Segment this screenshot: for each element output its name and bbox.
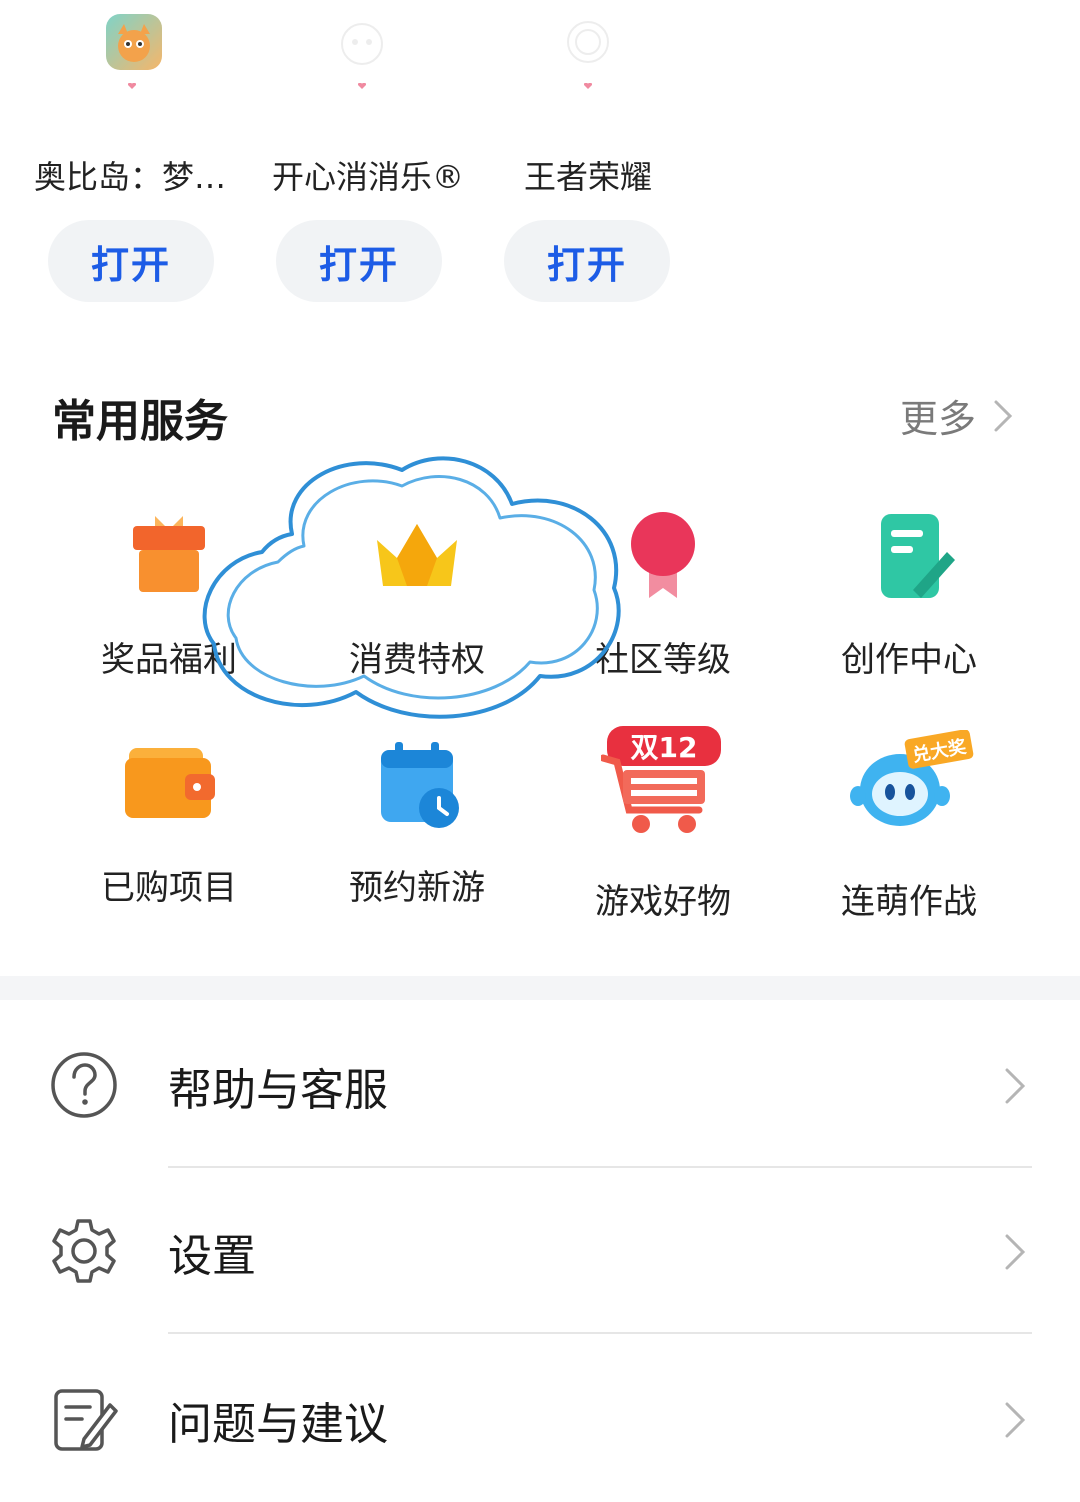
- game-icon-wangzhe[interactable]: [560, 14, 616, 70]
- menu-row-settings[interactable]: 设置: [0, 1168, 1080, 1334]
- service-label: 连萌作战: [841, 882, 977, 922]
- feedback-icon: [54, 1389, 118, 1451]
- chevron-right-icon: [1005, 1068, 1026, 1104]
- game-icon-xiaoxiaole[interactable]: [334, 14, 390, 70]
- service-item-game-goods[interactable]: 双12 游戏好物: [538, 722, 788, 923]
- service-label: 已购项目: [101, 868, 237, 908]
- more-link[interactable]: 更多: [900, 388, 1016, 443]
- section-divider: [0, 976, 1080, 1000]
- heart-icon: [127, 74, 137, 89]
- menu-label: 设置: [168, 1231, 256, 1282]
- mascot-icon: 兑大奖: [844, 729, 974, 840]
- gear-icon: [52, 1219, 116, 1283]
- menu-label: 帮助与客服: [168, 1065, 388, 1116]
- open-game-button[interactable]: 打开: [504, 220, 670, 302]
- service-item-preregister[interactable]: 预约新游: [292, 738, 542, 909]
- service-label: 创作中心: [841, 640, 977, 680]
- game-name: 开心消消乐®: [272, 158, 465, 196]
- service-label: 游戏好物: [595, 882, 731, 922]
- open-game-button[interactable]: 打开: [276, 220, 442, 302]
- game-name: 奥比岛：梦…: [34, 158, 227, 196]
- open-game-button[interactable]: 打开: [48, 220, 214, 302]
- game-name: 王者荣耀: [524, 158, 653, 196]
- service-item-purchased[interactable]: 已购项目: [44, 738, 294, 909]
- game-icon-aobi[interactable]: [106, 14, 162, 70]
- note-edit-icon: [859, 510, 959, 610]
- service-item-creation-center[interactable]: 创作中心: [784, 510, 1034, 681]
- more-label: 更多: [900, 397, 977, 441]
- shopping-cart-icon: 双12: [599, 722, 725, 838]
- heart-icon: [357, 74, 367, 89]
- help-icon: [51, 1052, 117, 1118]
- heart-icon: [583, 74, 593, 89]
- menu-row-feedback[interactable]: 问题与建议: [0, 1336, 1080, 1502]
- chevron-right-icon: [994, 400, 1013, 431]
- chevron-right-icon: [1005, 1234, 1026, 1270]
- cloud-highlight: [202, 456, 621, 719]
- calendar-clock-icon: [367, 738, 467, 838]
- service-label: 预约新游: [349, 868, 485, 908]
- service-item-team-battle[interactable]: 兑大奖 连萌作战: [784, 729, 1034, 923]
- row-divider: [168, 1332, 1032, 1334]
- cart-badge-text: 双12: [631, 731, 698, 764]
- services-title: 常用服务: [52, 396, 228, 447]
- chevron-right-icon: [1005, 1402, 1026, 1438]
- menu-label: 问题与建议: [168, 1399, 388, 1450]
- menu-row-help[interactable]: 帮助与客服: [0, 1002, 1080, 1168]
- wallet-icon: [119, 738, 219, 838]
